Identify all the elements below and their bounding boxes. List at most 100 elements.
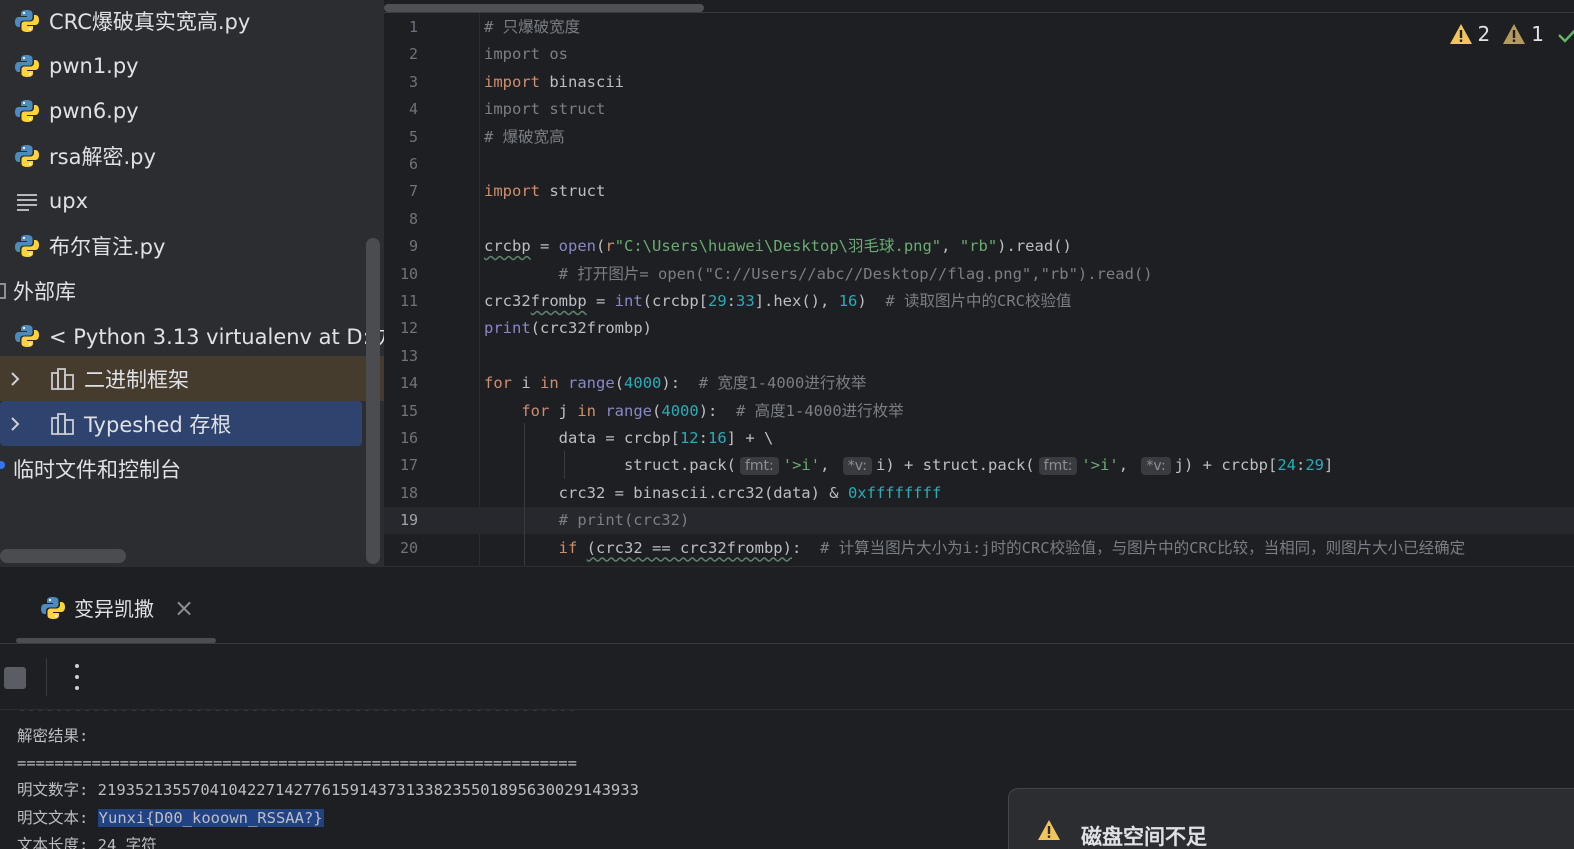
run-tab-caesar[interactable]: 变异凯撒 × [40,593,194,622]
code-line[interactable]: 14 for i in range(4000): # 宽度1-4000进行枚举 [384,370,1574,397]
code-line[interactable]: 16 data = crcbp[12:16] + \ [384,425,1574,452]
line-number[interactable]: 1 [384,14,418,41]
code-token: # 打开图片= open("C://Users//abc//Desktop//f… [558,264,1153,283]
tree-item-external-libs[interactable]: 外部库 [0,268,362,313]
line-number[interactable]: 6 [384,151,418,178]
tree-item-label: rsa解密.py [49,144,156,169]
code-line[interactable]: 12 print(crc32frombp) [384,315,1574,342]
tree-item-label: pwn6.py [49,98,139,123]
line-number[interactable]: 8 [384,206,418,233]
code-text: crc32frombp = int(crcbp[29:33].hex(), 16… [484,288,1072,315]
code-text: import binascii [484,69,624,96]
weak-warning-icon [1503,24,1526,44]
editor-top-border [384,12,1574,13]
line-number[interactable]: 10 [384,261,418,288]
python-file-icon [14,98,40,124]
notification-title: 磁盘空间不足 [1081,825,1207,849]
code-line[interactable]: 13 [384,343,1574,370]
code-line[interactable]: 1 # 只爆破宽度 [384,14,1574,41]
tree-item-crc-script[interactable]: CRC爆破真实宽高.py [0,0,362,43]
tab-scrollbar[interactable] [16,638,216,643]
code-token: r [605,237,615,256]
code-line[interactable]: 17 struct.pack(fmt: '>i', *v: i) + struct.… [384,452,1574,479]
code-line[interactable]: 9 crcbp = open(r"C:\Users\huawei\Desktop\… [384,233,1574,260]
line-number[interactable]: 5 [384,124,418,151]
chevron-right-icon[interactable] [0,401,30,446]
tree-item-bool-blind[interactable]: 布尔盲注.py [0,223,362,268]
code-line[interactable]: 2 import os [384,41,1574,68]
code-line[interactable]: 15 for j in range(4000): # 高度1-4000进行枚举 [384,398,1574,425]
line-number[interactable]: 14 [384,370,418,397]
tree-item-label: 外部库 [13,279,76,304]
line-number[interactable]: 13 [384,343,418,370]
weak-warning-count[interactable]: 1 [1502,22,1544,46]
library-icon [50,367,76,391]
tree-horizontal-scrollbar[interactable] [0,549,126,563]
code-token: 24 [1277,456,1296,475]
code-token: : [1296,456,1306,475]
line-number[interactable]: 9 [384,233,418,260]
low-disk-notification[interactable]: 磁盘空间不足 [1008,788,1574,849]
line-number[interactable]: 20 [384,535,418,562]
more-options-icon[interactable] [64,660,90,694]
code-text: # 爆破宽高 [484,124,565,151]
tree-vertical-scrollbar[interactable] [366,238,380,564]
line-number[interactable]: 2 [384,41,418,68]
selected-flag-text[interactable]: Yunxi{D00_kooown_RSSAA?} [97,809,324,827]
line-number[interactable]: 15 [384,398,418,425]
code-line[interactable]: 6 [384,151,1574,178]
line-number[interactable]: 3 [384,69,418,96]
code-line[interactable]: 19 # print(crc32) [384,507,1574,535]
code-token: # 只爆破宽度 [484,18,581,36]
tree-item-scratches[interactable]: 临时文件和控制台 [0,446,362,491]
code-line[interactable]: 18 crc32 = binascii.crc32(data) & 0xffff… [384,480,1574,507]
line-number[interactable]: 11 [384,288,418,315]
code-token: (crc32frombp) [530,319,652,338]
python-file-icon [14,8,40,34]
code-line[interactable]: 3 import binascii [384,69,1574,96]
run-tab-label: 变异凯撒 [74,597,154,621]
code-token: i) + struct.pack( [876,456,1035,475]
code-token: ) [857,292,886,310]
tree-item-pwn1[interactable]: pwn1.py [0,43,362,88]
code-token: 4000 [661,401,699,420]
plain-number: 2193521355704104227142776159143731338235… [97,781,639,799]
tree-item-rsa[interactable]: rsa解密.py [0,133,362,178]
parameter-hint: *v: [842,457,872,476]
text-file-icon [14,188,40,214]
tree-item-pwn6[interactable]: pwn6.py [0,88,362,133]
code-line[interactable]: 11 crc32frombp = int(crcbp[29:33].hex(), … [384,288,1574,315]
tree-item-python-interpreter[interactable]: < Python 3.13 virtualenv at D:\方向\ [0,313,384,358]
line-number[interactable]: 18 [384,480,418,507]
inspection-widget[interactable]: 2 1 [1449,22,1574,46]
code-line[interactable]: 4 import struct [384,96,1574,123]
code-line[interactable]: 20 if (crc32 == crc32frombp): # 计算当图片大小为… [384,535,1574,562]
code-token: crcbp [484,237,531,256]
line-number[interactable]: 16 [384,425,418,452]
code-token: ] [1324,456,1334,475]
stop-button[interactable] [4,667,26,689]
code-token: j) + crcbp[ [1174,456,1278,475]
line-number[interactable]: 7 [384,178,418,205]
code-token: , [1118,456,1138,475]
tree-item-binary-skeletons[interactable]: 二进制框架 [0,356,384,401]
code-line[interactable]: 8 [384,206,1574,233]
tree-item-upx[interactable]: upx [0,178,362,223]
line-number[interactable]: 19 [384,507,418,534]
code-text: crcbp = open(r"C:\Users\huawei\Desktop\羽… [484,233,1072,260]
code-token: i [512,374,540,393]
code-token: 16 [838,292,858,310]
code-line[interactable]: 5 # 爆破宽高 [384,124,1574,151]
line-number[interactable]: 17 [384,452,418,479]
code-line[interactable]: 7 import struct [384,178,1574,205]
code-token: = [586,292,615,310]
warning-count[interactable]: 2 [1449,22,1490,46]
line-number[interactable]: 4 [384,96,418,123]
line-number[interactable]: 12 [384,315,418,342]
close-icon[interactable]: × [174,596,194,620]
chevron-right-icon[interactable] [0,356,30,401]
tree-item-typeshed[interactable]: Typeshed 存根 [0,401,362,446]
code-editor[interactable]: 1 # 只爆破宽度 2 import os 3 import binascii 4 impor… [384,0,1574,566]
editor-horizontal-scrollbar[interactable] [384,4,704,12]
code-line[interactable]: 10 # 打开图片= open("C://Users//abc//Desktop… [384,261,1574,288]
